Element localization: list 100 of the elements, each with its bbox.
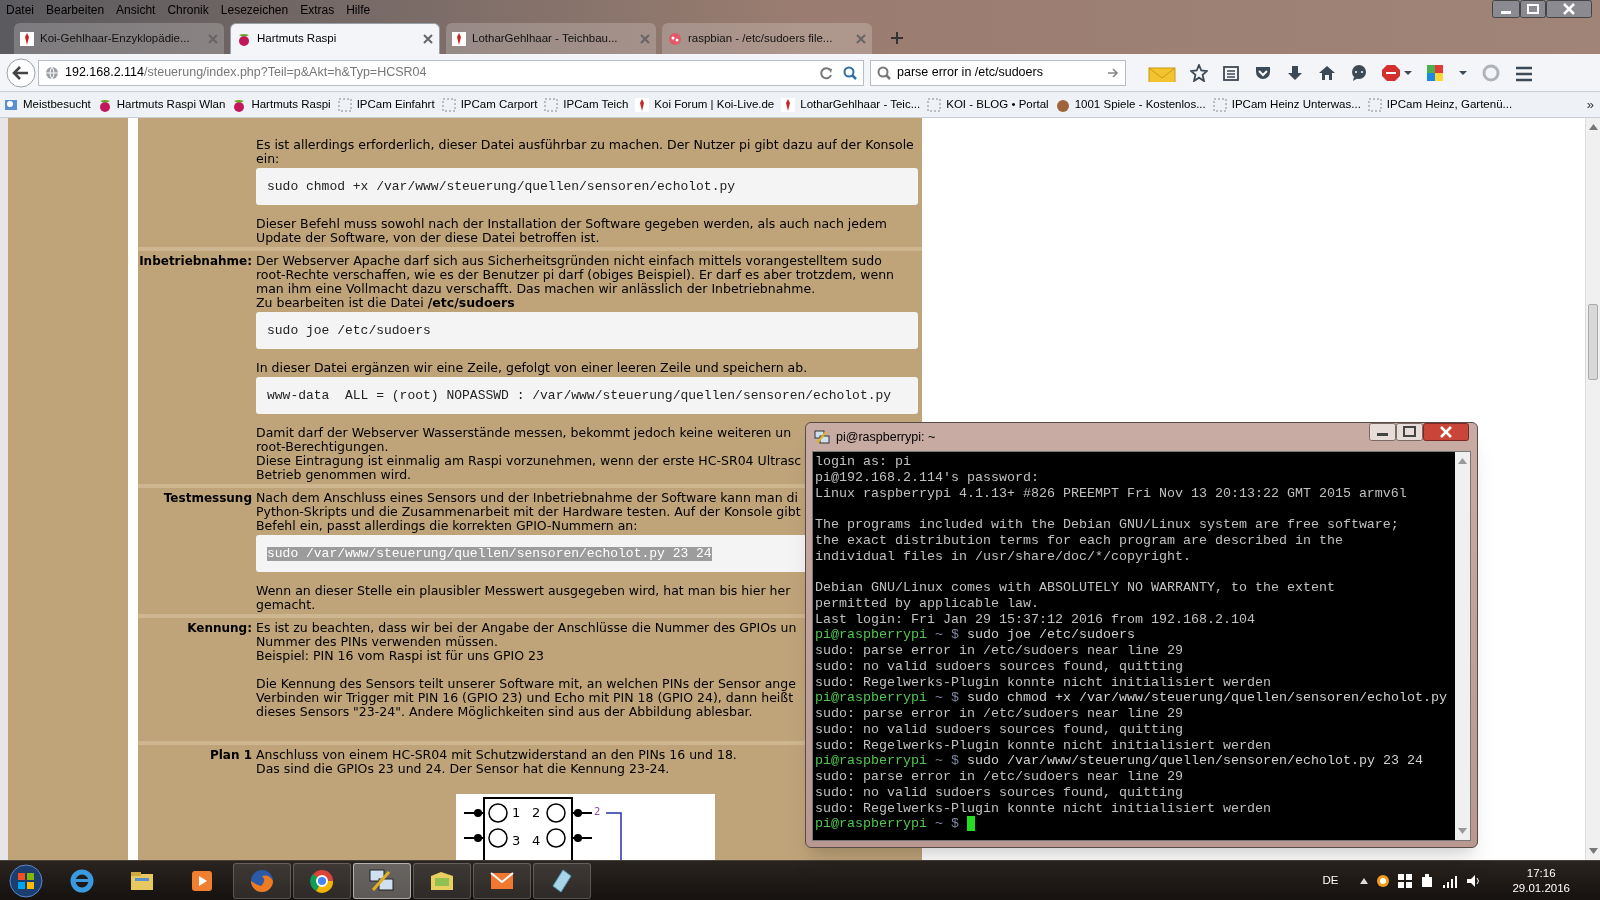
terminal-line: Debian GNU/Linux comes with ABSOLUTELY NO WARRANTY, to the extent xyxy=(815,580,1335,595)
terminal-line: sudo: Regelwerks-Plugin konnte nicht initialisiert werden xyxy=(815,800,1271,816)
paragraph-line: In dieser Datei ergänzen wir eine Zeile, gefolgt von einer leeren Zeile und speichern ab. xyxy=(256,361,808,375)
paragraph-line: Anschluss von einem HC-SR04 mit Schutzwiderstand an den PINs 16 und 18. xyxy=(256,748,737,762)
browser-tab[interactable]: Hartmuts Raspi xyxy=(230,23,440,54)
search-input[interactable]: parse error in /etc/sudoers xyxy=(897,63,1101,82)
device-icon[interactable] xyxy=(1420,873,1435,888)
paragraph-line: Der Webserver Apache darf sich aus Sicherheitsgründen nicht einfach mittels vorangestelltem sudo xyxy=(256,254,882,268)
taskbar-app-button[interactable] xyxy=(473,862,531,899)
browser-tab[interactable]: LotharGehlhaar - Teichbau... xyxy=(446,23,656,54)
windows-icon[interactable] xyxy=(1398,873,1413,888)
favicon-icon xyxy=(668,31,682,46)
menu-item[interactable]: Hilfe xyxy=(346,1,371,19)
language-indicator[interactable]: DE xyxy=(1322,871,1339,890)
globe-icon xyxy=(45,65,59,80)
bookmark-link[interactable]: IPCam Heinz Unterwas... xyxy=(1231,95,1361,114)
bookmark-link[interactable]: 1001 Spiele - Kostenlos... xyxy=(1074,95,1206,114)
terminal-line: Linux raspberrypi 4.1.13+ #826 PREEMPT Fri Nov 13 20:13:22 GMT 2015 armv6l xyxy=(815,485,1407,501)
taskbar-app-button[interactable] xyxy=(413,862,471,899)
paragraph-line: dieses Sensors "23-24". Andere Möglichkeiten sind aus der Abbildung ablesbar. xyxy=(256,705,753,719)
bookmark-link[interactable]: Hartmuts Raspi xyxy=(251,95,331,114)
section-label: Plan 1 xyxy=(209,748,252,762)
taskbar-app-button[interactable] xyxy=(233,862,291,899)
paragraph-line: Python-Skripts und die Zusammenarbeit mit der Hardware testen. Auf der Konsole gibt xyxy=(256,505,801,519)
scroll-down-icon[interactable] xyxy=(1589,848,1598,854)
close-icon[interactable] xyxy=(1546,0,1592,18)
close-icon[interactable] xyxy=(423,34,433,44)
start-button-icon[interactable] xyxy=(9,863,43,898)
paragraph-line: Das sind die GPIOs 23 und 24. Der Sensor hat die Kennung 23-24. xyxy=(256,762,670,776)
paragraph-line: ein: xyxy=(256,152,280,166)
paragraph-line: Verbinden wir Trigger mit PIN 16 (GPIO 23) und Echo mit PIN 18 (GPIO 24), dann heißt xyxy=(256,691,794,705)
paragraph-line: Beispiel: PIN 16 vom Raspi ist für uns GPIO 23 xyxy=(256,649,544,663)
scroll-up-icon[interactable] xyxy=(1589,124,1598,130)
arrow-right-icon[interactable] xyxy=(1107,66,1119,79)
search-field[interactable]: parse error in /etc/sudoers xyxy=(870,59,1126,86)
taskbar-app-button[interactable] xyxy=(293,862,351,899)
paragraph-line: gemacht. xyxy=(256,598,316,612)
bookmark-link[interactable]: IPCam Carport xyxy=(460,95,538,114)
taskbar-app-button[interactable] xyxy=(353,862,411,899)
tray-app-icon[interactable] xyxy=(1376,873,1391,888)
paragraph-line: Befehl ein, passt allerdings die korrekten GPIO-Nummern an: xyxy=(256,519,638,533)
reading-list-icon[interactable] xyxy=(1222,63,1240,82)
menu-item[interactable]: Extras xyxy=(300,1,335,19)
clock-date[interactable]: 29.01.2016 xyxy=(1512,880,1570,896)
pin-number: 3 xyxy=(512,834,521,848)
maximize-icon[interactable] xyxy=(1520,0,1546,18)
minimize-icon[interactable] xyxy=(1492,0,1520,18)
close-icon[interactable] xyxy=(1423,423,1469,441)
menu-item[interactable]: Lesezeichen xyxy=(220,1,289,19)
bookmark-link[interactable]: KOI - BLOG • Portal xyxy=(946,95,1049,114)
reload-icon[interactable] xyxy=(819,65,833,80)
bookmarks-overflow-button[interactable]: » xyxy=(1586,94,1594,115)
maximize-icon[interactable] xyxy=(1396,423,1423,441)
new-tab-icon[interactable] xyxy=(890,31,904,45)
scrollbar-thumb[interactable] xyxy=(1588,304,1598,380)
bookmark-icon xyxy=(97,97,112,112)
download-icon[interactable] xyxy=(1286,63,1304,82)
code-text: sudo /var/www/steuerung/quellen/sensoren/echolot.py 23 24 xyxy=(267,546,712,561)
paragraph-line: Wenn an dieser Stelle ein plausibler Messwert ausgegeben wird, hat man bis hier her xyxy=(256,584,791,598)
bookmark-link[interactable]: Meistbesucht xyxy=(23,95,91,114)
tab-title: Koi-Gehlhaar-Enzyklopädie... xyxy=(40,30,191,46)
favicon-icon xyxy=(20,31,34,46)
bookmark-link[interactable]: Koi Forum | Koi-Live.de xyxy=(654,95,775,114)
minimize-icon[interactable] xyxy=(1369,423,1396,441)
back-button-icon[interactable] xyxy=(6,57,36,88)
bookmark-link[interactable]: IPCam Teich xyxy=(563,95,629,114)
star-icon[interactable] xyxy=(1190,63,1208,82)
bookmark-link[interactable]: IPCam Einfahrt xyxy=(356,95,435,114)
address-field[interactable]: 192.168.2.114/steuerung/index.php?Teil=p&Akt=h&Typ=HCSR04 xyxy=(38,59,864,86)
network-icon[interactable] xyxy=(1442,873,1459,888)
terminal-line: sudo: parse error in /etc/sudoers near line 29 xyxy=(815,643,1183,658)
bookmark-link[interactable]: IPCam Heinz, Gartenü... xyxy=(1386,95,1513,114)
wire-label: 2 xyxy=(594,806,601,818)
favicon-icon xyxy=(237,32,251,46)
paragraph-line: root-Berechtigungen. xyxy=(256,440,389,454)
prompt-path: ~ $ xyxy=(933,816,960,832)
code-text: www-data ALL = (root) NOPASSWD : /var/www/steuerung/quellen/sensoren/echolot.py xyxy=(267,388,892,403)
clock-time[interactable]: 17:16 xyxy=(1526,865,1556,881)
chat-icon[interactable] xyxy=(1350,63,1368,82)
home-icon[interactable] xyxy=(1318,63,1336,82)
browser-tab[interactable]: Koi-Gehlhaar-Enzyklopädie... xyxy=(14,23,224,54)
search-icon[interactable] xyxy=(843,65,857,80)
adblock-icon[interactable] xyxy=(1382,63,1412,82)
paragraph-line: man ihm eine Vollmacht dazu verschafft. Das machen wir anlässlich der Inbetriebnahme. xyxy=(256,282,816,296)
prompt-user: pi@raspberrypi xyxy=(815,816,927,832)
bookmark-link[interactable]: LotharGehlhaar - Teic... xyxy=(800,95,921,114)
show-hidden-icons-icon[interactable] xyxy=(1360,877,1369,884)
terminal-line: sudo: no valid sudoers sources found, quitting xyxy=(815,784,1183,800)
paragraph-line: Damit darf der Webserver Wasserstände messen, bekommt jedoch keine weiteren un xyxy=(256,426,792,440)
tab-title: raspbian - /etc/sudoers file... xyxy=(688,30,834,46)
bookmark-link[interactable]: Hartmuts Raspi Wlan xyxy=(116,95,226,114)
browser-tab[interactable]: raspbian - /etc/sudoers file... xyxy=(662,23,872,54)
bookmark-icon xyxy=(635,97,650,112)
extension-icon[interactable] xyxy=(1426,63,1444,82)
menu-item[interactable]: Chronik xyxy=(167,1,209,19)
paragraph-line: Update der Software, von der diese Datei betroffen ist. xyxy=(256,231,600,245)
taskbar-app-button[interactable] xyxy=(533,862,591,899)
paragraph-line: Die Kennung des Sensors teilt unserer Software mit, an welchen PINs der Sensor ange xyxy=(256,677,796,691)
paragraph-line: Diese Eintragung ist einmalig am Raspi vorzunehmen, wenn der erste HC-SR04 Ultrasc xyxy=(256,454,802,468)
scrollbar[interactable] xyxy=(1585,118,1600,860)
